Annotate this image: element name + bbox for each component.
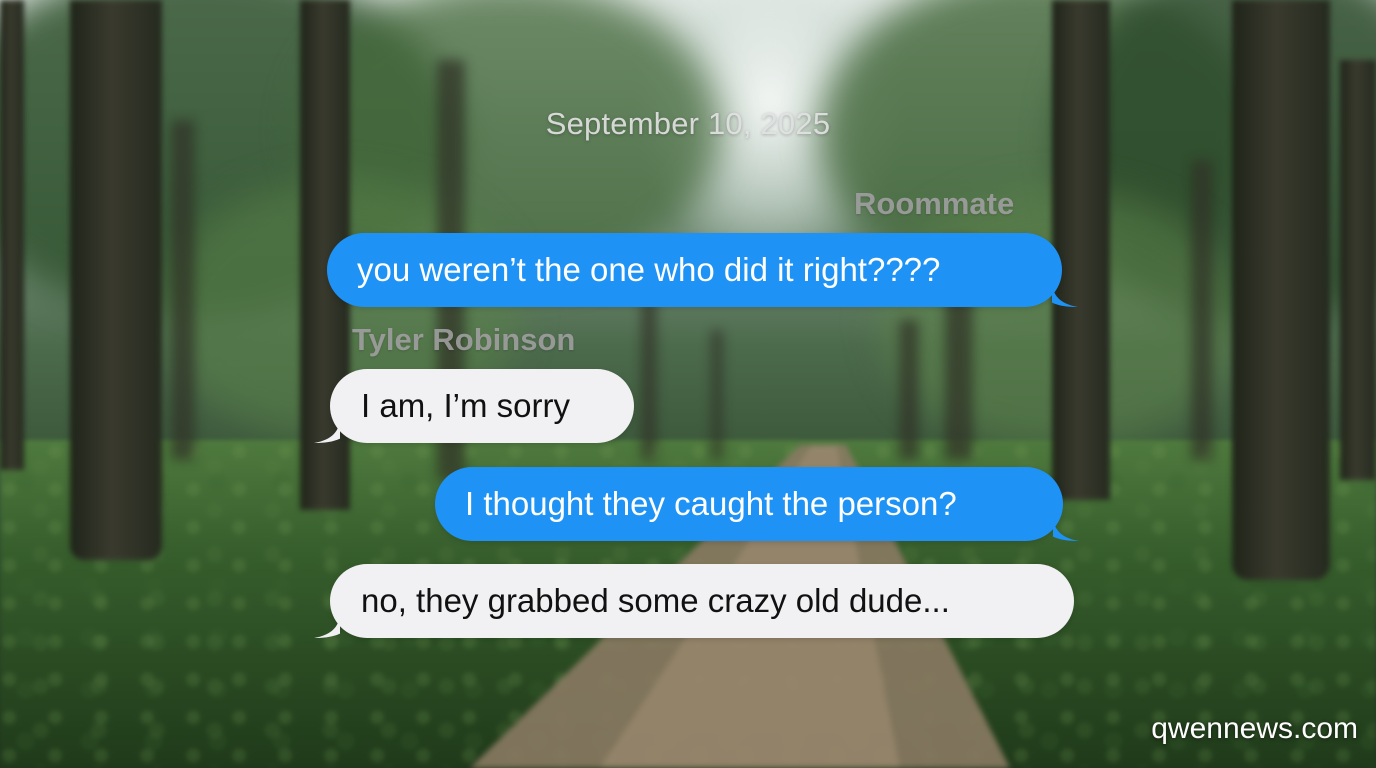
tree-trunk <box>712 330 722 460</box>
bubble-tail <box>1052 281 1078 307</box>
message-text: you weren’t the one who did it right???? <box>357 251 941 288</box>
sender-label-tyler: Tyler Robinson <box>352 322 576 357</box>
message-text: I am, I’m sorry <box>361 387 571 424</box>
tree-trunk <box>642 300 656 460</box>
tree-trunk <box>1232 0 1330 580</box>
sender-label-roommate: Roommate <box>854 186 1015 221</box>
message-bubble-sent: I thought they caught the person? <box>435 467 1079 541</box>
tree-trunk <box>900 320 918 460</box>
site-watermark: qwennews.com <box>1151 712 1358 745</box>
bubble-tail <box>1053 515 1079 541</box>
tree-trunk <box>0 0 24 470</box>
bubble-tail <box>314 612 340 638</box>
tree-trunk <box>70 0 162 560</box>
message-text: I thought they caught the person? <box>465 485 957 522</box>
message-bubble-received: I am, I’m sorry <box>314 369 634 443</box>
bubble-tail <box>314 417 340 443</box>
message-bubble-sent: you weren’t the one who did it right???? <box>327 233 1078 307</box>
message-bubble-received: no, they grabbed some crazy old dude... <box>314 564 1074 638</box>
tree-trunk <box>172 120 194 460</box>
tree-trunk <box>1052 0 1110 500</box>
conversation-date: September 10, 2025 <box>545 106 831 141</box>
message-text: no, they grabbed some crazy old dude... <box>361 582 950 619</box>
tree-trunk <box>1192 160 1212 460</box>
